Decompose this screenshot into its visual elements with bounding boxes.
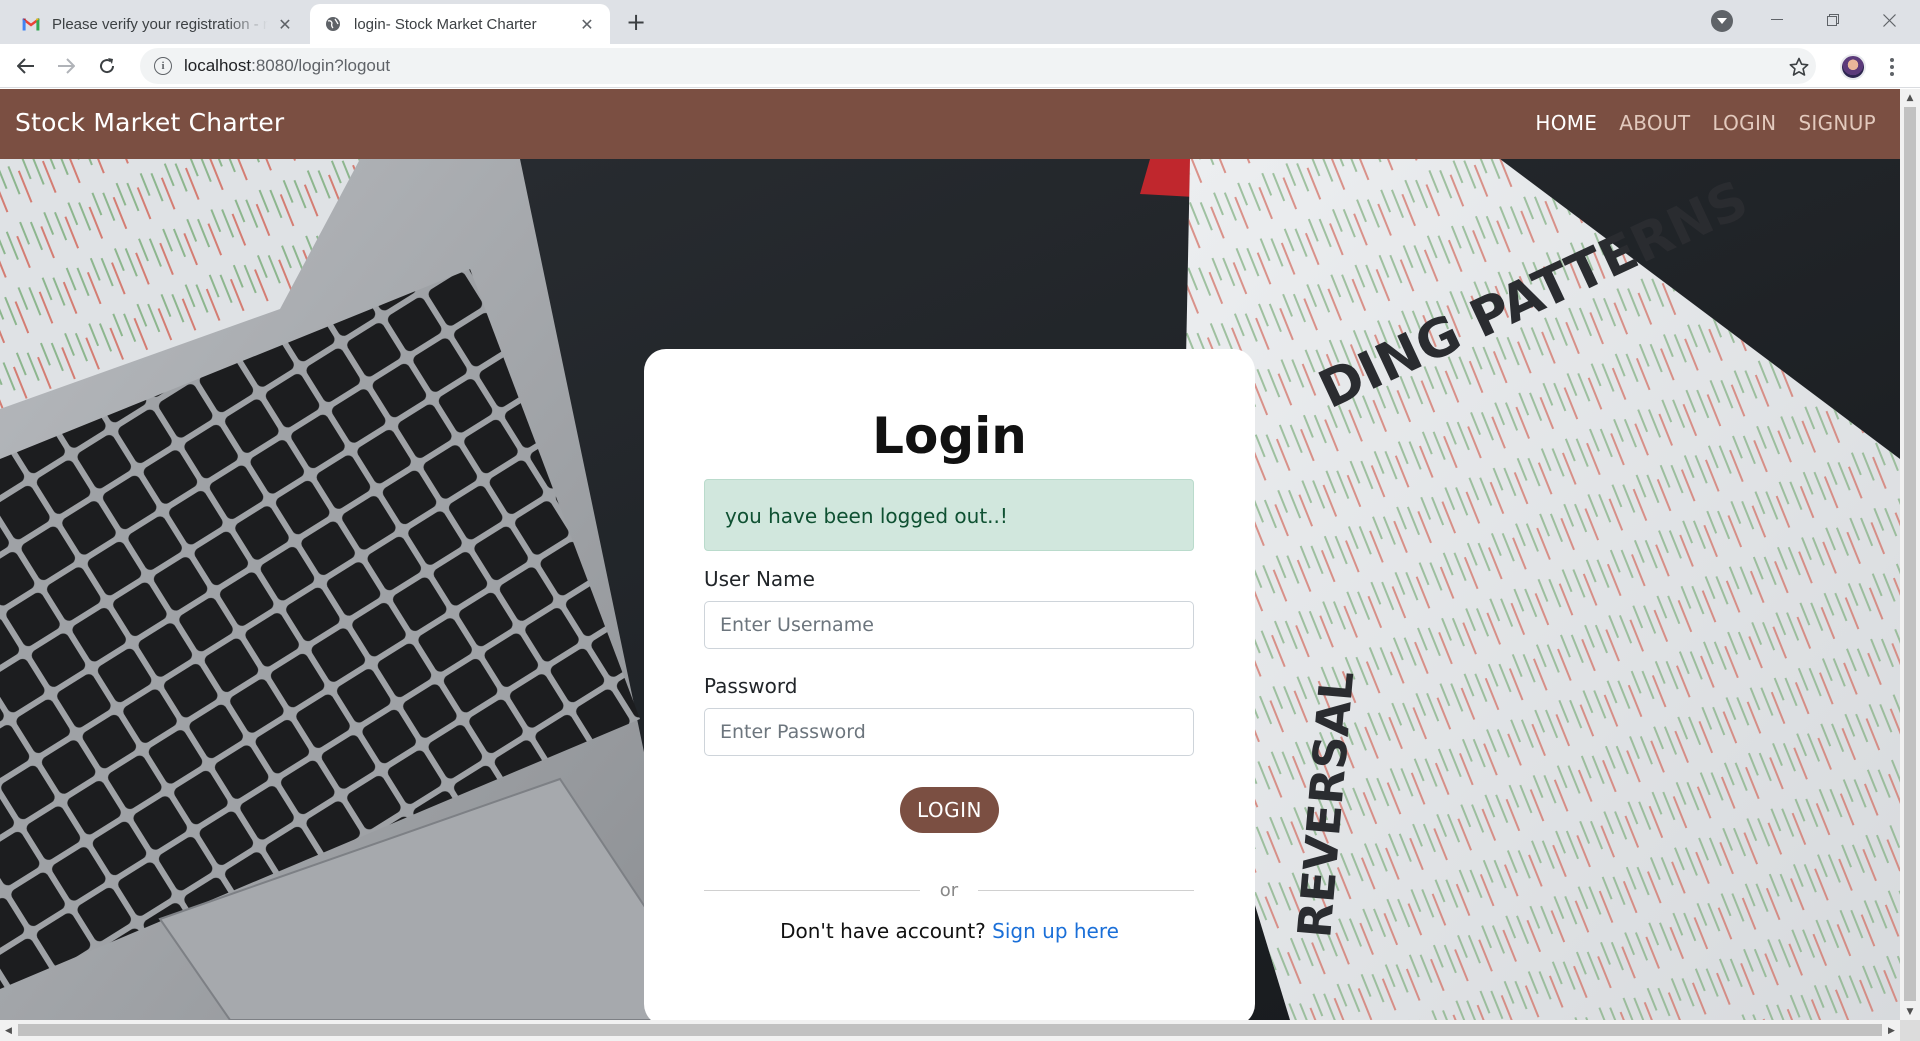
site-info-icon[interactable]: i (154, 57, 172, 75)
page-viewport: Stock Market Charter HOME ABOUT LOGIN SI… (0, 89, 1900, 1020)
signup-prompt: Don't have account? Sign up here (644, 919, 1255, 943)
back-arrow-icon[interactable] (12, 52, 40, 80)
nav-signup[interactable]: SIGNUP (1798, 111, 1876, 135)
gmail-icon (22, 15, 40, 33)
browser-toolbar: i localhost:8080/login?logout (0, 44, 1920, 88)
nav-home[interactable]: HOME (1535, 111, 1597, 135)
vertical-scrollbar[interactable]: ▲ ▼ (1900, 89, 1920, 1020)
nav-links: HOME ABOUT LOGIN SIGNUP (1535, 111, 1876, 135)
site-navbar: Stock Market Charter HOME ABOUT LOGIN SI… (0, 89, 1900, 159)
scroll-right-icon[interactable]: ▶ (1883, 1020, 1900, 1041)
tab-gmail[interactable]: Please verify your registration - m ✕ (8, 4, 308, 44)
url-text: localhost:8080/login?logout (184, 56, 391, 75)
tab-title: Please verify your registration - m (52, 15, 268, 33)
or-divider: or (704, 879, 1195, 901)
scroll-up-icon[interactable]: ▲ (1900, 89, 1920, 106)
tab-title: login- Stock Market Charter (354, 15, 537, 33)
hero-background: DING PATTERNS REVERSAL Login you have be… (0, 159, 1900, 1020)
tab-close-icon[interactable]: ✕ (578, 15, 596, 34)
reload-icon[interactable] (93, 52, 121, 80)
username-input[interactable] (704, 601, 1194, 649)
login-card: Login you have been logged out..! User N… (644, 349, 1255, 1020)
tab-login[interactable]: login- Stock Market Charter ✕ (310, 4, 610, 44)
login-title: Login (872, 407, 1027, 465)
scroll-left-icon[interactable]: ◀ (0, 1020, 17, 1041)
divider-text: or (939, 879, 959, 901)
forward-arrow-icon[interactable] (52, 52, 80, 80)
divider-line (978, 889, 1195, 891)
nav-about[interactable]: ABOUT (1619, 111, 1690, 135)
browser-menu-icon[interactable] (1884, 54, 1900, 80)
close-window-icon[interactable] (1866, 0, 1912, 40)
divider-line (704, 889, 920, 891)
profile-avatar[interactable] (1840, 54, 1866, 80)
vertical-scroll-thumb[interactable] (1904, 107, 1916, 1001)
password-label: Password (704, 674, 798, 698)
username-label: User Name (704, 567, 815, 591)
restore-icon[interactable] (1810, 0, 1856, 40)
horizontal-scrollbar[interactable]: ◀ ▶ (0, 1020, 1900, 1041)
login-button[interactable]: LOGIN (900, 787, 999, 833)
password-input[interactable] (704, 708, 1194, 756)
tab-close-icon[interactable]: ✕ (276, 15, 294, 34)
globe-icon (324, 15, 342, 33)
nav-login[interactable]: LOGIN (1712, 111, 1776, 135)
signup-link[interactable]: Sign up here (992, 919, 1119, 943)
browser-tabstrip: Please verify your registration - m ✕ lo… (0, 0, 1920, 44)
scrollbar-corner (1900, 1020, 1920, 1041)
scroll-down-icon[interactable]: ▼ (1900, 1003, 1920, 1020)
horizontal-scroll-thumb[interactable] (18, 1024, 1882, 1036)
signup-prompt-text: Don't have account? (780, 919, 986, 943)
address-bar[interactable]: i localhost:8080/login?logout (140, 48, 1816, 84)
minimize-icon[interactable] (1754, 0, 1800, 40)
site-brand[interactable]: Stock Market Charter (15, 108, 284, 137)
tab-search-icon[interactable] (1711, 10, 1733, 32)
new-tab-icon[interactable]: + (622, 8, 650, 36)
bookmark-star-icon[interactable] (1788, 56, 1810, 78)
logout-alert: you have been logged out..! (704, 479, 1194, 551)
